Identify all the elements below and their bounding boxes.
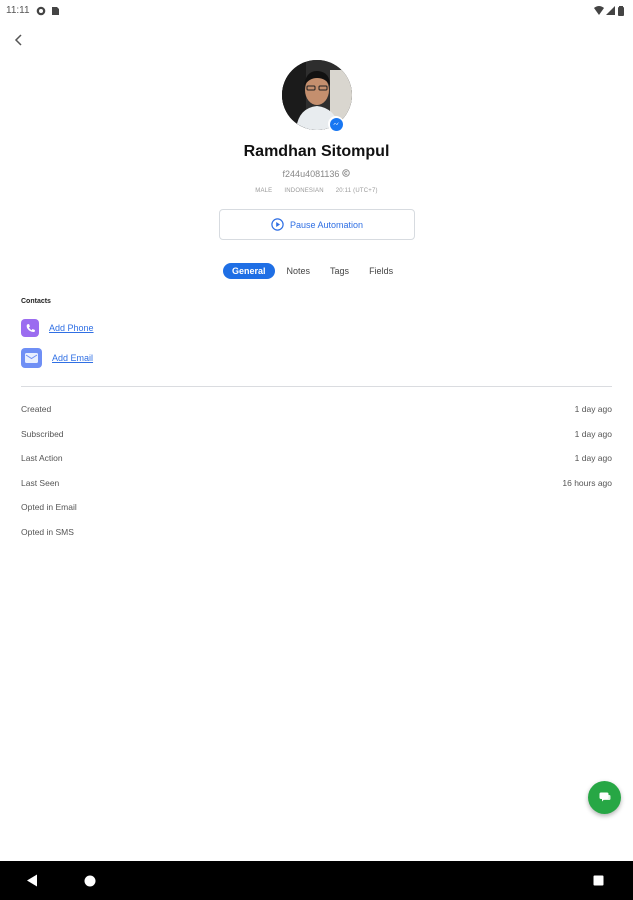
- locale: INDONESIAN: [284, 188, 324, 194]
- profile-avatar-container: [282, 60, 352, 132]
- profile-tabs: General Notes Tags Fields: [223, 263, 401, 279]
- info-value: 16 hours ago: [562, 477, 612, 488]
- info-label: Subscribed: [21, 428, 64, 439]
- gender: MALE: [255, 188, 273, 194]
- info-value: 1 day ago: [574, 453, 612, 464]
- tab-fields[interactable]: Fields: [361, 263, 401, 279]
- battery-icon: [618, 5, 627, 16]
- tab-general[interactable]: General: [223, 263, 275, 279]
- status-time: 11:11: [6, 4, 30, 16]
- nav-back-button[interactable]: [26, 874, 38, 887]
- signal-icon: [606, 5, 615, 15]
- info-label: Created: [21, 404, 52, 414]
- info-row-opted-in-email: Opted in Email: [21, 502, 612, 527]
- user-id-row: f244u4081136: [0, 169, 633, 179]
- pause-automation-label: Pause Automation: [289, 219, 364, 230]
- add-email-row: Add Email: [21, 348, 93, 368]
- chat-button[interactable]: [588, 781, 621, 814]
- chat-icon: [599, 792, 610, 802]
- messenger-icon: [328, 116, 344, 132]
- sd-card-icon: [51, 6, 60, 15]
- info-row-subscribed: Subscribed 1 day ago: [21, 429, 612, 454]
- copy-icon[interactable]: [342, 169, 351, 179]
- profile-meta: MALE INDONESIAN 20:11 (UTC+7): [0, 188, 633, 194]
- info-label: Opted in SMS: [21, 526, 74, 537]
- tab-tags[interactable]: Tags: [322, 263, 357, 279]
- screen: 11:11 Ramdhan Sitompul f244u4081136 MALE…: [0, 0, 633, 900]
- add-phone-link[interactable]: Add Phone: [49, 323, 94, 333]
- back-arrow-icon: [14, 34, 22, 46]
- add-phone-row: Add Phone: [21, 319, 94, 337]
- nav-home-button[interactable]: [84, 875, 96, 887]
- phone-icon: [21, 319, 39, 337]
- play-circle-icon: [271, 218, 284, 231]
- sync-icon: [36, 6, 45, 15]
- back-button[interactable]: [9, 30, 29, 50]
- subscriber-info-list: Created 1 day ago Subscribed 1 day ago L…: [21, 404, 612, 552]
- add-email-link[interactable]: Add Email: [52, 353, 93, 363]
- info-label: Last Action: [21, 453, 63, 464]
- status-bar: 11:11: [0, 0, 633, 20]
- timezone: 20:11 (UTC+7): [335, 188, 378, 194]
- system-navigation-bar: [0, 861, 633, 900]
- email-icon: [21, 348, 42, 368]
- info-row-created: Created 1 day ago: [21, 404, 612, 429]
- info-row-last-action: Last Action 1 day ago: [21, 453, 612, 478]
- info-row-last-seen: Last Seen 16 hours ago: [21, 478, 612, 503]
- circle-home-icon: [84, 875, 96, 887]
- wifi-icon: [594, 5, 604, 15]
- square-recents-icon: [593, 875, 604, 886]
- info-label: Last Seen: [21, 477, 60, 488]
- info-row-opted-in-sms: Opted in SMS: [21, 527, 612, 552]
- nav-recents-button[interactable]: [593, 875, 604, 886]
- user-id: f244u4081136: [282, 169, 340, 179]
- triangle-back-icon: [27, 874, 37, 887]
- pause-automation-button[interactable]: Pause Automation: [219, 209, 415, 240]
- tab-notes[interactable]: Notes: [279, 263, 319, 279]
- profile-name: Ramdhan Sitompul: [243, 143, 390, 160]
- info-label: Opted in Email: [21, 502, 77, 513]
- divider: [21, 386, 612, 387]
- info-value: 1 day ago: [574, 404, 612, 414]
- contacts-title: Contacts: [21, 298, 51, 305]
- info-value: 1 day ago: [574, 428, 612, 439]
